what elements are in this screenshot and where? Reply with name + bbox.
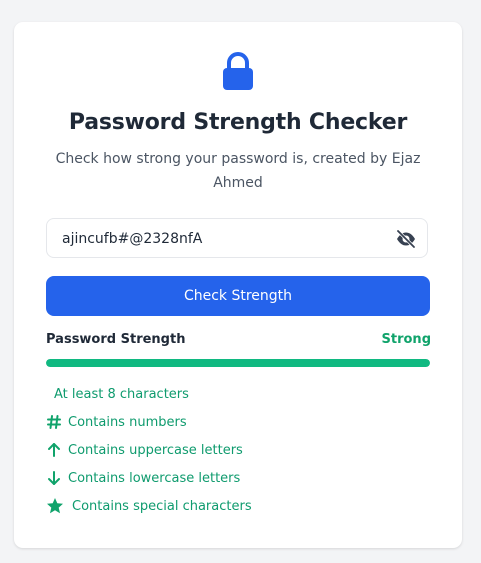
strength-label: Password Strength: [46, 332, 186, 347]
star-icon: [47, 498, 63, 514]
requirement-label: Contains special characters: [72, 498, 252, 514]
password-checker-card: Password Strength Checker Check how stro…: [14, 22, 462, 548]
arrow-up-icon: [48, 443, 60, 457]
requirement-length: At least 8 characters: [54, 384, 189, 404]
page-title: Password Strength Checker: [68, 110, 408, 135]
page-subtitle: Check how strong your password is, creat…: [55, 151, 421, 191]
check-strength-button[interactable]: Check Strength: [46, 276, 430, 316]
requirement-lowercase: Contains lowercase letters: [46, 468, 240, 488]
requirement-special: Contains special characters: [46, 496, 252, 516]
lock-icon: [223, 52, 253, 90]
password-input[interactable]: ajincufb#@2328nfA: [46, 218, 428, 258]
requirement-label: Contains lowercase letters: [68, 470, 241, 486]
strength-value: Strong: [381, 332, 431, 347]
hash-icon: [47, 415, 61, 429]
requirement-label: At least 8 characters: [54, 386, 189, 402]
strength-meter: [46, 359, 430, 367]
password-input-value: ajincufb#@2328nfA: [62, 231, 203, 247]
requirement-label: Contains numbers: [68, 414, 187, 430]
requirement-label: Contains uppercase letters: [68, 442, 243, 458]
strength-meter-fill: [46, 359, 430, 367]
eye-slash-icon[interactable]: [395, 229, 417, 249]
requirement-uppercase: Contains uppercase letters: [46, 440, 243, 460]
arrow-down-icon: [48, 471, 60, 485]
requirement-numbers: Contains numbers: [46, 412, 187, 432]
